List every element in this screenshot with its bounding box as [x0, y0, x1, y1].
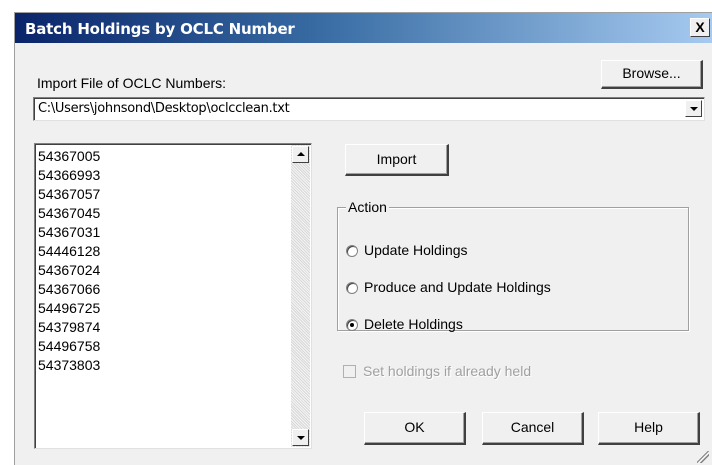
- list-item[interactable]: 54373803: [38, 356, 100, 375]
- resize-grip-icon[interactable]: [697, 451, 709, 463]
- list-item[interactable]: 54367024: [38, 261, 100, 280]
- batch-holdings-dialog: Batch Holdings by OCLC Number X Import F…: [14, 12, 712, 465]
- list-item[interactable]: 54496725: [38, 299, 100, 318]
- title-bar: Batch Holdings by OCLC Number X: [15, 13, 712, 43]
- oclc-number-items: 54367005 54366993 54367057 54367045 54367031…: [38, 147, 100, 375]
- cancel-button[interactable]: Cancel: [482, 412, 584, 445]
- list-item[interactable]: 54367005: [38, 147, 100, 166]
- scroll-down-button[interactable]: [292, 429, 309, 446]
- radio-button[interactable]: [346, 282, 358, 294]
- list-item[interactable]: 54367031: [38, 223, 100, 242]
- list-item[interactable]: 54367066: [38, 280, 100, 299]
- scroll-up-button[interactable]: [292, 146, 309, 163]
- combo-dropdown-button[interactable]: [685, 100, 702, 117]
- radio-button[interactable]: [346, 245, 358, 257]
- list-item[interactable]: 54367045: [38, 204, 100, 223]
- list-item[interactable]: 54367057: [38, 185, 100, 204]
- radio-label: Produce and Update Holdings: [364, 279, 551, 295]
- set-holdings-label: Set holdings if already held: [363, 363, 532, 379]
- import-file-path-value: C:\Users\johnsond\Desktop\oclcclean.txt: [38, 101, 290, 116]
- import-file-path-combo[interactable]: C:\Users\johnsond\Desktop\oclcclean.txt: [33, 97, 705, 121]
- import-button[interactable]: Import: [345, 144, 449, 176]
- action-legend: Action: [346, 199, 389, 215]
- oclc-number-list[interactable]: 54367005 54366993 54367057 54367045 54367031…: [34, 143, 312, 449]
- browse-button[interactable]: Browse...: [601, 60, 703, 89]
- action-groupbox: Action Update Holdings Produce and Updat…: [337, 199, 689, 332]
- close-button[interactable]: X: [690, 18, 710, 37]
- set-holdings-checkbox[interactable]: [343, 365, 356, 378]
- radio-button[interactable]: [346, 319, 358, 331]
- window-title: Batch Holdings by OCLC Number: [25, 20, 295, 38]
- ok-button[interactable]: OK: [364, 412, 466, 445]
- radio-label: Delete Holdings: [364, 316, 463, 332]
- list-scrollbar[interactable]: [291, 145, 310, 447]
- list-item[interactable]: 54366993: [38, 166, 100, 185]
- list-item[interactable]: 54446128: [38, 242, 100, 261]
- close-icon: X: [695, 19, 705, 35]
- radio-label: Update Holdings: [364, 242, 468, 258]
- list-item[interactable]: 54496758: [38, 337, 100, 356]
- help-button[interactable]: Help: [598, 412, 700, 445]
- list-item[interactable]: 54379874: [38, 318, 100, 337]
- import-file-label: Import File of OCLC Numbers:: [37, 75, 227, 91]
